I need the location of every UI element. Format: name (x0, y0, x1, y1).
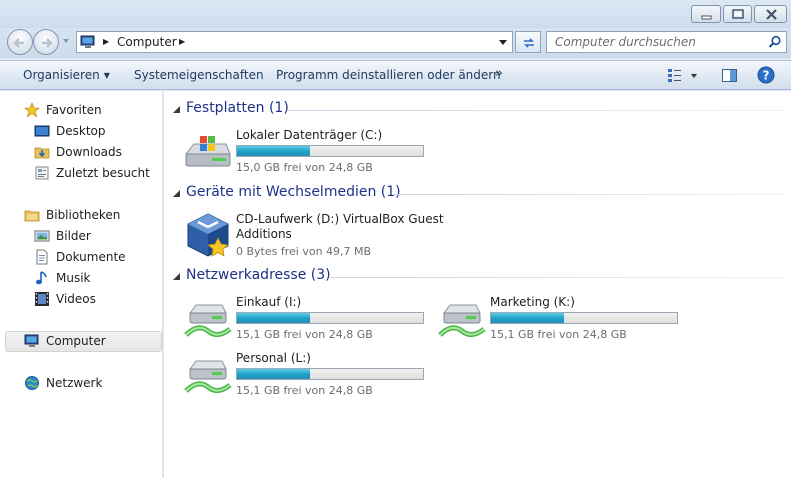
maximize-icon (732, 9, 744, 19)
forward-arrow-icon (42, 38, 53, 48)
address-row: ▶ Computer ▶ (0, 28, 791, 58)
collapse-triangle-icon[interactable] (172, 105, 182, 115)
close-button[interactable] (754, 5, 787, 23)
drive-cd-d-space: 0 Bytes frei von 49,7 MB (236, 245, 372, 258)
minimize-icon (701, 15, 712, 20)
back-arrow-icon (13, 38, 24, 48)
group-divider (394, 194, 784, 195)
address-bar[interactable]: ▶ Computer ▶ (76, 31, 513, 53)
drive-einkauf-usage-fill (237, 313, 310, 323)
nav-favorites-label: Favoriten (46, 103, 102, 117)
nav-music-label: Musik (56, 271, 91, 285)
refresh-button[interactable] (515, 31, 541, 53)
view-options-icon[interactable] (667, 67, 699, 85)
drive-einkauf-usage-bar (236, 312, 424, 324)
drive-local-c-space: 15,0 GB frei von 24,8 GB (236, 161, 373, 174)
svg-text:?: ? (763, 69, 770, 83)
network-icon (25, 376, 39, 390)
network-drive-icon (184, 360, 232, 393)
breadcrumb-root-arrow[interactable]: ▶ (103, 37, 109, 46)
drive-marketing[interactable]: Marketing (K:) 15,1 GB frei von 24,8 GB (438, 295, 698, 349)
nav-videos-label: Videos (56, 292, 96, 306)
close-icon (766, 9, 777, 20)
navigation-pane: Favoriten Desktop Downloads Zuletzt besu… (0, 91, 163, 478)
organize-button[interactable]: Organisieren ▼ (23, 68, 110, 82)
drive-einkauf[interactable]: Einkauf (I:) 15,1 GB frei von 24,8 GB (184, 295, 444, 349)
search-icon[interactable] (768, 35, 782, 49)
drive-marketing-name: Marketing (K:) (490, 295, 575, 309)
libraries-icon (24, 210, 40, 222)
nav-desktop-label: Desktop (56, 124, 106, 138)
virtualbox-cd-icon (187, 213, 229, 257)
group-hard-disks-title: Festplatten (1) (186, 100, 289, 116)
back-button[interactable] (7, 29, 33, 55)
drive-marketing-usage-fill (491, 313, 564, 323)
breadcrumb-computer[interactable]: Computer (117, 35, 177, 49)
nav-computer-label: Computer (46, 334, 106, 348)
drive-marketing-space: 15,1 GB frei von 24,8 GB (490, 328, 627, 341)
search-box[interactable] (546, 31, 787, 53)
nav-libraries-label: Bibliotheken (46, 208, 121, 222)
desktop-icon (34, 125, 50, 137)
minimize-button[interactable] (691, 5, 721, 23)
help-icon[interactable]: ? (757, 66, 775, 84)
drive-personal[interactable]: Personal (L:) 15,1 GB frei von 24,8 GB (184, 351, 444, 405)
drive-einkauf-space: 15,1 GB frei von 24,8 GB (236, 328, 373, 341)
maximize-button[interactable] (723, 5, 752, 23)
star-icon (24, 102, 40, 118)
system-properties-button[interactable]: Systemeigenschaften (134, 68, 264, 82)
documents-icon (36, 249, 48, 265)
nav-network-label: Netzwerk (46, 376, 103, 390)
drive-local-c-usage-fill (237, 146, 311, 156)
drive-local-c[interactable]: Lokaler Datenträger (C:) 15,0 GB frei vo… (184, 128, 444, 182)
content-pane: Festplatten (1) Lokaler Datenträger (C:)… (164, 91, 791, 478)
drive-personal-usage-bar (236, 368, 424, 380)
refresh-icon (524, 38, 534, 48)
drive-cd-d-name: CD-Laufwerk (D:) VirtualBox Guest (236, 212, 444, 226)
drive-personal-space: 15,1 GB frei von 24,8 GB (236, 384, 373, 397)
computer-icon (24, 334, 39, 347)
drive-personal-name: Personal (L:) (236, 351, 311, 365)
command-bar: Organisieren ▼ Systemeigenschaften Progra… (0, 60, 791, 90)
drive-cd-d-name-line2: Additions (236, 227, 292, 241)
breadcrumb-arrow[interactable]: ▶ (179, 37, 185, 46)
more-commands-button[interactable]: » (495, 66, 503, 81)
computer-icon (80, 35, 95, 48)
group-divider (288, 110, 784, 111)
nav-documents-label: Dokumente (56, 250, 126, 264)
forward-button[interactable] (33, 29, 59, 55)
videos-icon (35, 292, 49, 306)
group-removable-title: Geräte mit Wechselmedien (1) (186, 184, 401, 200)
drive-personal-usage-fill (237, 369, 310, 379)
group-divider (330, 277, 784, 278)
hard-drive-windows-icon (184, 136, 231, 167)
collapse-triangle-icon[interactable] (172, 272, 182, 282)
collapse-triangle-icon[interactable] (172, 189, 182, 199)
nav-recent-label: Zuletzt besucht (56, 166, 150, 180)
preview-pane-icon[interactable] (721, 67, 739, 85)
uninstall-program-button[interactable]: Programm deinstallieren oder ändern (276, 68, 501, 82)
drive-local-c-usage-bar (236, 145, 424, 157)
address-dropdown-icon[interactable] (496, 35, 510, 49)
drive-cd-d[interactable]: CD-Laufwerk (D:) VirtualBox Guest Additi… (184, 212, 464, 266)
title-bar (0, 0, 791, 28)
recent-pages-dropdown-icon[interactable] (61, 36, 71, 46)
search-input[interactable] (547, 32, 765, 52)
nav-downloads-label: Downloads (56, 145, 122, 159)
drive-local-c-name: Lokaler Datenträger (C:) (236, 128, 383, 142)
network-drive-icon (438, 304, 486, 337)
network-drive-icon (184, 304, 232, 337)
pictures-icon (34, 230, 50, 242)
nav-pictures-label: Bilder (56, 229, 91, 243)
drive-marketing-usage-bar (490, 312, 678, 324)
downloads-folder-icon (34, 147, 50, 159)
music-icon (36, 271, 47, 285)
recent-places-icon (35, 166, 49, 180)
group-network-title: Netzwerkadresse (3) (186, 267, 331, 283)
organize-label: Organisieren (23, 68, 100, 82)
drive-einkauf-name: Einkauf (I:) (236, 295, 302, 309)
chevron-down-icon: ▼ (103, 71, 110, 80)
